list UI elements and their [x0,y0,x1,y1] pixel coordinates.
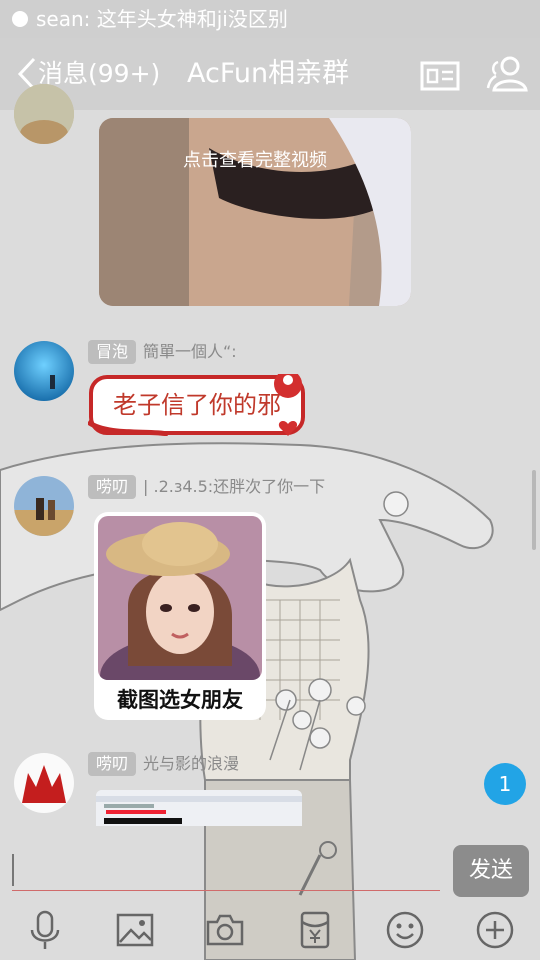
sender-name[interactable]: 光与影的浪漫 [143,752,239,776]
image-message[interactable]: 截图选女朋友 [94,512,266,720]
group-card-icon[interactable] [420,60,460,92]
notification-bar[interactable]: sean: 这年头女神和ji没区别 [0,0,540,38]
avatar[interactable] [14,84,74,144]
group-members-icon[interactable] [486,54,528,94]
sticker-text: 老子信了你的邪 [113,391,281,419]
member-tag: 唠叨 [88,475,137,499]
avatar[interactable] [14,341,74,401]
image-icon[interactable] [115,910,155,950]
send-button[interactable]: 发送 [453,845,529,897]
camera-icon[interactable] [205,910,245,950]
text-cursor [12,854,14,886]
image-caption: 截图选女朋友 [117,688,243,712]
avatar-image [14,476,74,536]
avatar[interactable] [14,476,74,536]
notification-icon [12,11,28,27]
girl-photo [98,516,262,680]
scrollbar[interactable] [532,470,536,550]
screenshot-thumbnail [96,790,302,826]
member-tag: 冒泡 [88,340,137,364]
red-packet-icon[interactable] [295,910,335,950]
member-tag: 唠叨 [88,752,137,776]
notification-text: sean: 这年头女神和ji没区别 [36,7,288,31]
sender-name[interactable]: 簡單一個人“: [143,340,237,364]
sender-name[interactable]: | .2.ɜ4.5:还胖次了你一下 [143,475,325,499]
plus-icon[interactable] [475,910,515,950]
avatar[interactable] [14,753,74,813]
mic-icon[interactable] [25,910,65,950]
input-toolbar [0,900,540,960]
emoji-icon[interactable] [385,910,425,950]
screenshot-message[interactable] [96,790,302,826]
title-bar: 消息(99+) AcFun相亲群 [0,38,540,110]
avatar-image [14,753,74,813]
message-input[interactable] [12,890,440,891]
page-title: AcFun相亲群 [187,58,350,89]
unread-badge[interactable]: 1 [484,763,526,805]
avatar-image [14,341,74,401]
avatar-image [14,84,74,144]
video-hint-text: 点击查看完整视频 [183,150,327,171]
sticker-bubble[interactable]: 老子信了你的邪 [88,374,306,436]
video-message[interactable]: 点击查看完整视频 [99,118,411,306]
